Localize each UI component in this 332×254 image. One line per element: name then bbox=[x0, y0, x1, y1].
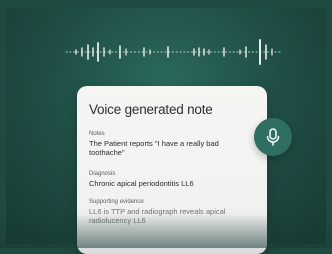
diagnosis-text: Chronic apical periodontitis LL6 bbox=[89, 179, 194, 188]
record-voice-button[interactable] bbox=[254, 118, 292, 156]
evidence-label: Supporting evidence bbox=[89, 199, 144, 205]
evidence-text: LL6 is TTP and radiograph reveals apical… bbox=[89, 207, 226, 225]
notes-label: Notes bbox=[89, 131, 105, 137]
microphone-icon bbox=[266, 128, 280, 146]
voice-note-card: Voice generated note Notes The Patient r… bbox=[77, 86, 267, 254]
audio-waveform-icon bbox=[65, 39, 283, 65]
note-title: Voice generated note bbox=[89, 102, 213, 117]
diagnosis-label: Diagnosis bbox=[89, 171, 116, 177]
notes-text: The Patient reports "I have a really bad… bbox=[89, 139, 219, 157]
